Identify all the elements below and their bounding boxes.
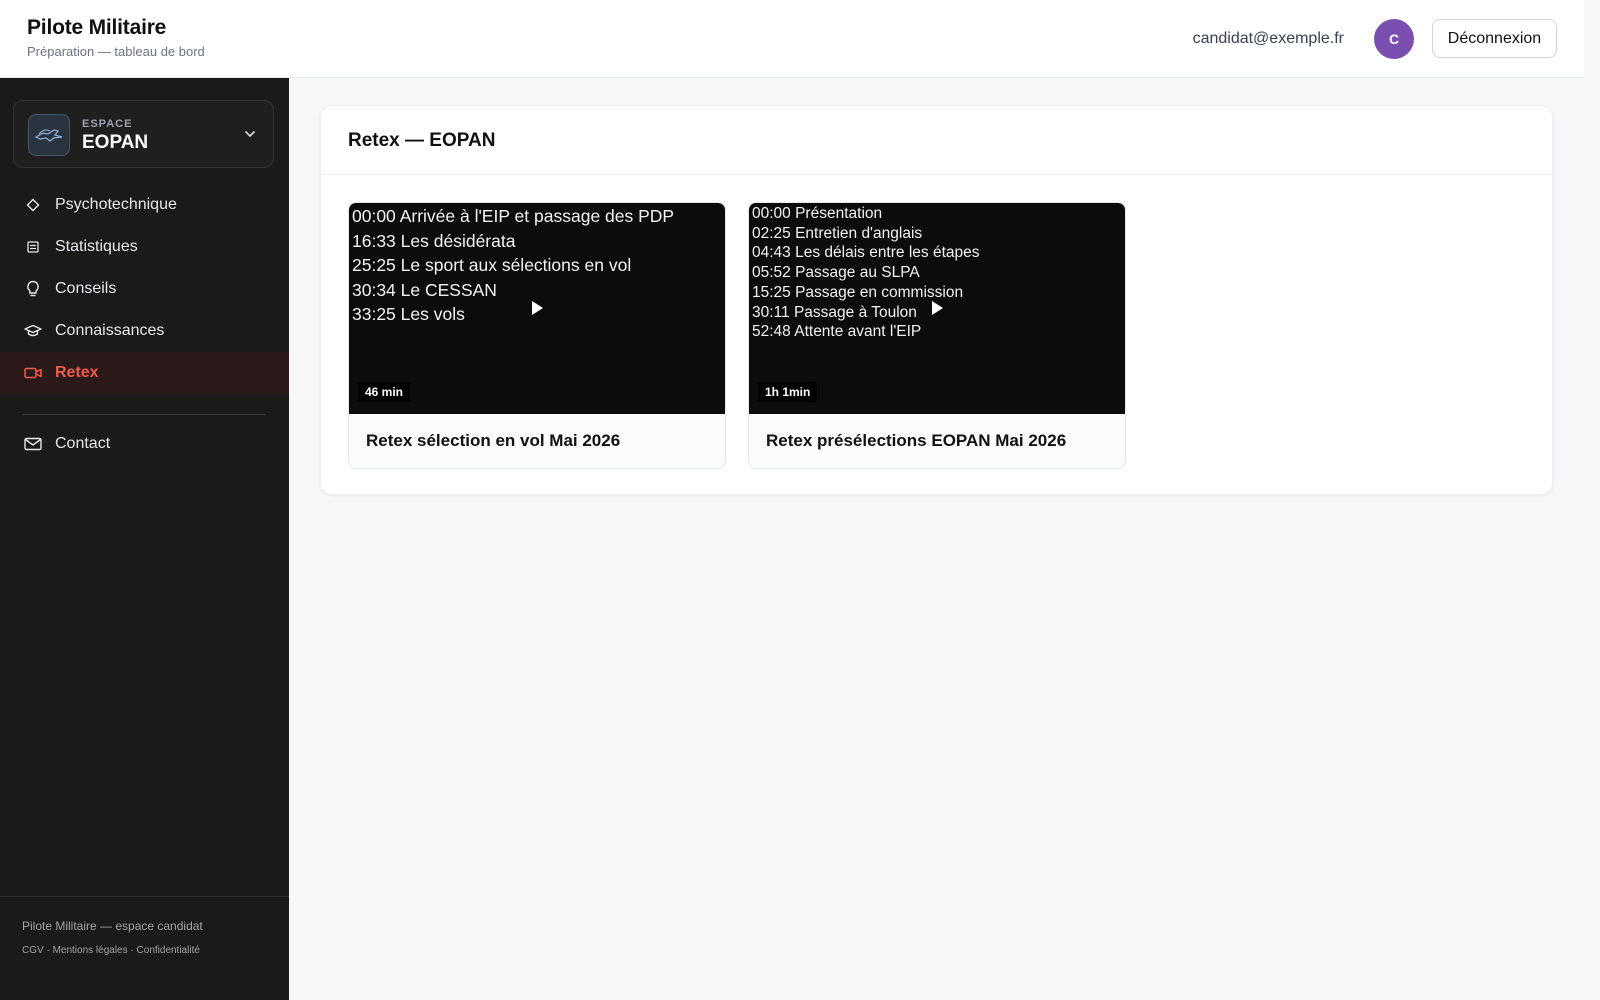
duration-badge: 46 min xyxy=(358,382,411,402)
video-camera-icon xyxy=(24,364,42,382)
chapter-line: 02:25 Entretien d'anglais xyxy=(752,224,923,242)
video-card[interactable]: 00:00 Arrivée à l'EIP et passage des PDP… xyxy=(348,202,726,469)
chapter-line: 04:43 Les délais entre les étapes xyxy=(752,244,980,262)
sidebar-item-label: Conseils xyxy=(55,280,117,297)
sidebar: ESPACE EOPAN Psychotechnique Statistique… xyxy=(0,78,289,1000)
graduation-cap-icon xyxy=(24,322,42,340)
footer-separator: · xyxy=(46,945,50,956)
sidebar-item-label: Connaissances xyxy=(55,322,165,339)
play-icon[interactable] xyxy=(932,301,943,315)
list-icon xyxy=(24,238,42,256)
video-thumbnail[interactable]: 00:00 Arrivée à l'EIP et passage des PDP… xyxy=(349,203,725,414)
sidebar-item-retex[interactable]: Retex xyxy=(0,352,289,394)
footer-link-mentions[interactable]: Mentions légales xyxy=(53,945,128,956)
sidebar-item-connaissances[interactable]: Connaissances xyxy=(0,310,289,352)
footer-link-cgv[interactable]: CGV xyxy=(22,945,44,956)
sidebar-item-conseils[interactable]: Conseils xyxy=(0,268,289,310)
chapter-list: 00:00 Présentation 02:25 Entretien d'ang… xyxy=(752,204,980,342)
page-title: Retex — EOPAN xyxy=(348,130,496,151)
app-subtitle: Préparation — tableau de bord xyxy=(27,44,205,59)
sidebar-item-contact[interactable]: Contact xyxy=(0,423,289,465)
play-icon[interactable] xyxy=(532,301,543,315)
chapter-line: 25:25 Le sport aux sélections en vol xyxy=(352,255,632,275)
top-header: Pilote Militaire Préparation — tableau d… xyxy=(0,0,1584,78)
duration-badge: 1h 1min xyxy=(758,382,818,402)
space-name: EOPAN xyxy=(82,132,149,153)
sidebar-nav: Psychotechnique Statistiques Conseils Co… xyxy=(0,184,289,394)
user-email: candidat@exemple.fr xyxy=(1192,30,1344,47)
sidebar-divider xyxy=(22,414,266,415)
video-card[interactable]: 00:00 Présentation 02:25 Entretien d'ang… xyxy=(748,202,1126,469)
logout-button[interactable]: Déconnexion xyxy=(1432,19,1557,58)
footer-links: CGV · Mentions légales · Confidentialité xyxy=(22,945,200,956)
chapter-line: 30:34 Le CESSAN xyxy=(352,279,497,300)
lightbulb-icon xyxy=(24,280,42,298)
video-title: Retex présélections EOPAN Mai 2026 xyxy=(766,431,1067,450)
footer-separator: · xyxy=(130,945,134,956)
footer-link-confidentialite[interactable]: Confidentialité xyxy=(137,945,200,956)
chapter-list: 00:00 Arrivée à l'EIP et passage des PDP… xyxy=(352,204,674,327)
sidebar-footer: Pilote Militaire — espace candidat CGV ·… xyxy=(0,896,289,1000)
sidebar-item-label: Statistiques xyxy=(55,238,138,255)
sidebar-contact-section: Contact xyxy=(0,423,289,465)
video-thumbnail[interactable]: 00:00 Présentation 02:25 Entretien d'ang… xyxy=(749,203,1125,414)
sidebar-item-label: Psychotechnique xyxy=(55,196,177,213)
mail-icon xyxy=(24,435,42,453)
chapter-line: 16:33 Les désidérata xyxy=(352,230,516,251)
sidebar-item-label: Retex xyxy=(55,364,99,381)
chapter-line: 05:52 Passage au SLPA xyxy=(752,264,920,282)
eopan-logo-icon xyxy=(28,114,70,156)
panel-divider xyxy=(321,174,1552,175)
sidebar-item-psychotechnique[interactable]: Psychotechnique xyxy=(0,184,289,226)
sidebar-item-statistiques[interactable]: Statistiques xyxy=(0,226,289,268)
chapter-line: 30:11 Passage à Toulon xyxy=(752,303,917,321)
app-title: Pilote Militaire xyxy=(27,16,167,39)
chapter-line: 00:00 Arrivée à l'EIP et passage des PDP xyxy=(352,206,675,226)
space-kicker: ESPACE xyxy=(82,118,133,130)
sidebar-item-label: Contact xyxy=(55,435,111,452)
diamond-icon xyxy=(24,196,42,214)
chapter-line: 33:25 Les vols xyxy=(352,304,465,324)
chevron-down-icon xyxy=(245,131,255,137)
chapter-line: 00:00 Présentation xyxy=(752,205,883,222)
chapter-line: 15:25 Passage en commission xyxy=(752,283,964,301)
chapter-line: 52:48 Attente avant l'EIP xyxy=(752,323,922,341)
avatar[interactable]: C xyxy=(1374,19,1414,59)
space-selector[interactable]: ESPACE EOPAN xyxy=(13,100,274,168)
video-title: Retex sélection en vol Mai 2026 xyxy=(366,431,621,450)
retex-panel: Retex — EOPAN 00:00 Arrivée à l'EIP et p… xyxy=(320,105,1553,495)
footer-title: Pilote Militaire — espace candidat xyxy=(22,919,203,933)
